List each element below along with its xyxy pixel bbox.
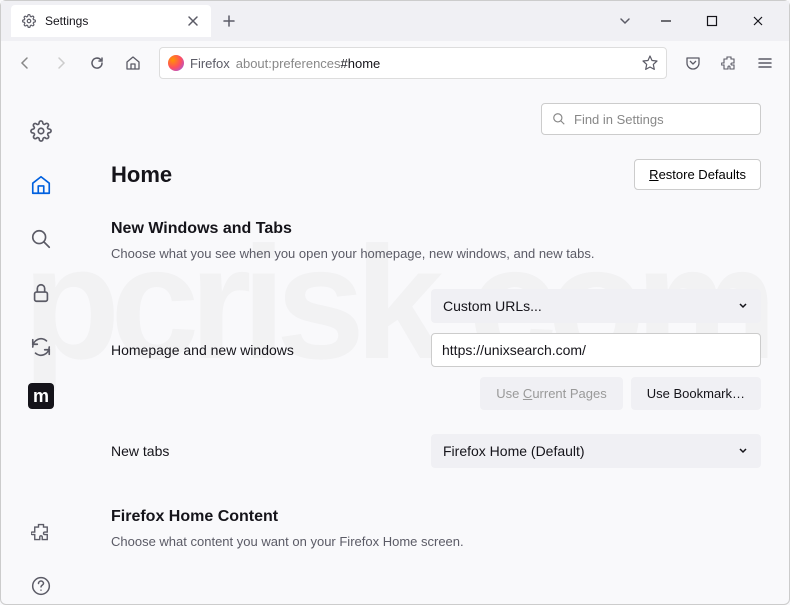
identity-label: Firefox: [190, 56, 230, 71]
forward-button[interactable]: [45, 47, 77, 79]
navbar: Firefox about:preferences#home: [1, 41, 789, 85]
section-heading-2: Firefox Home Content: [111, 508, 761, 526]
newtabs-select[interactable]: Firefox Home (Default): [431, 434, 761, 468]
find-in-settings-input[interactable]: Find in Settings: [541, 103, 761, 135]
tabs-dropdown-icon[interactable]: [607, 3, 643, 39]
window-close-button[interactable]: [735, 3, 781, 39]
settings-sidebar: m: [1, 85, 81, 604]
chevron-down-icon: [737, 445, 749, 457]
titlebar: Settings: [1, 1, 789, 41]
site-identity[interactable]: Firefox: [168, 55, 230, 71]
section-description-2: Choose what content you want on your Fir…: [111, 534, 761, 549]
back-button[interactable]: [9, 47, 41, 79]
home-button[interactable]: [117, 47, 149, 79]
minimize-button[interactable]: [643, 3, 689, 39]
homepage-label: Homepage and new windows: [111, 342, 431, 358]
menu-button[interactable]: [749, 47, 781, 79]
newtabs-label: New tabs: [111, 443, 431, 459]
restore-defaults-button[interactable]: Restore Defaults: [634, 159, 761, 190]
homepage-url-input[interactable]: [431, 333, 761, 367]
settings-main: Find in Settings Home Restore Defaults N…: [81, 85, 789, 604]
page-title: Home: [111, 162, 172, 188]
use-bookmark-button[interactable]: Use Bookmark…: [631, 377, 761, 410]
browser-tab[interactable]: Settings: [11, 5, 211, 37]
section-description: Choose what you see when you open your h…: [111, 246, 761, 261]
chevron-down-icon: [737, 300, 749, 312]
search-icon: [552, 112, 566, 126]
new-tab-button[interactable]: [215, 7, 243, 35]
search-placeholder: Find in Settings: [574, 112, 664, 127]
homepage-select[interactable]: Custom URLs...: [431, 289, 761, 323]
sidebar-more-icon[interactable]: m: [28, 383, 54, 409]
sidebar-extensions-icon[interactable]: [23, 514, 59, 550]
sidebar-sync-icon[interactable]: [23, 329, 59, 365]
use-current-pages-button[interactable]: Use Current Pages: [480, 377, 623, 410]
pocket-button[interactable]: [677, 47, 709, 79]
url-bar[interactable]: Firefox about:preferences#home: [159, 47, 667, 79]
sidebar-home-icon[interactable]: [23, 167, 59, 203]
url-text: about:preferences#home: [236, 56, 381, 71]
sidebar-search-icon[interactable]: [23, 221, 59, 257]
sidebar-help-icon[interactable]: [23, 568, 59, 604]
sidebar-privacy-icon[interactable]: [23, 275, 59, 311]
sidebar-general-icon[interactable]: [23, 113, 59, 149]
maximize-button[interactable]: [689, 3, 735, 39]
reload-button[interactable]: [81, 47, 113, 79]
gear-icon: [21, 13, 37, 29]
close-icon[interactable]: [185, 13, 201, 29]
section-heading: New Windows and Tabs: [111, 220, 761, 238]
firefox-logo-icon: [168, 55, 184, 71]
tab-title: Settings: [45, 14, 177, 28]
bookmark-star-icon[interactable]: [642, 55, 658, 71]
extensions-button[interactable]: [713, 47, 745, 79]
